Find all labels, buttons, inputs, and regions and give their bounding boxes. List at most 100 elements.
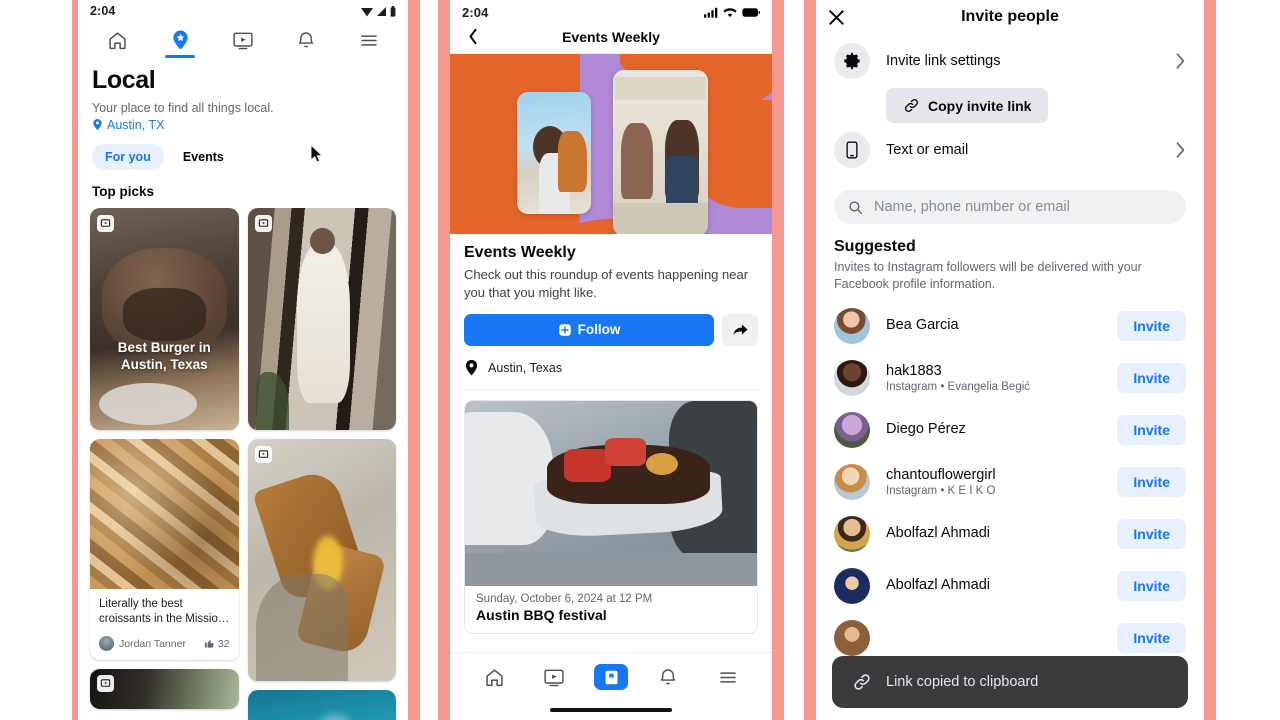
copy-invite-link-button[interactable]: Copy invite link [886, 88, 1049, 123]
status-indicators [704, 7, 760, 18]
signal-icon [377, 6, 386, 16]
card-partial-bottom-right[interactable] [247, 689, 396, 720]
nav-item-menu[interactable] [348, 22, 390, 58]
video-icon [544, 669, 564, 686]
like-count: 32 [217, 637, 230, 650]
mobile-phone-icon-wrapper [834, 132, 870, 168]
invite-search-box[interactable] [834, 190, 1186, 224]
location-pin-icon [465, 359, 478, 376]
groups-icon [605, 670, 617, 684]
invite-button[interactable]: Invite [1117, 414, 1186, 445]
grid-column-right [247, 207, 396, 720]
phone-screen-event: 2:04 Events Weekly Events Weekly Check o… [450, 0, 772, 720]
phone-frame-left-edge-2 [438, 0, 450, 720]
tab-video[interactable] [534, 662, 574, 692]
card-white-dress[interactable] [247, 207, 396, 430]
avatar [834, 515, 870, 552]
follow-button[interactable]: Follow [464, 313, 714, 346]
reel-badge [254, 445, 272, 463]
card-media [247, 438, 396, 681]
card-croissants[interactable]: Literally the best croissants in the Mis… [90, 438, 239, 661]
card-media [247, 689, 396, 720]
list-item[interactable]: hak1883 Instagram • Evangelia Begić Invi… [816, 352, 1204, 404]
event-listing-image [465, 400, 757, 586]
chip-events[interactable]: Events [170, 144, 237, 170]
nav-item-video[interactable] [222, 22, 264, 58]
status-time: 2:04 [90, 4, 116, 18]
card-meta: Jordan Tanner 32 [99, 636, 230, 652]
status-bar-event: 2:04 [450, 0, 772, 20]
invite-button[interactable]: Invite [1117, 518, 1186, 549]
video-icon [233, 32, 253, 49]
person-name: Abolfazl Ahmadi [886, 577, 990, 594]
invite-button[interactable]: Invite [1117, 362, 1186, 393]
signal-bars-icon [704, 7, 718, 18]
thumbs-up-icon [204, 640, 214, 648]
card-media [247, 207, 396, 430]
battery-icon [390, 5, 396, 17]
tab-groups[interactable] [594, 664, 628, 690]
list-item[interactable]: Bea Garcia Invite [816, 300, 1204, 352]
section-title-top-picks: Top picks [92, 183, 155, 199]
follow-plus-icon [558, 324, 571, 336]
avatar [834, 567, 870, 604]
nav-active-underline [165, 55, 195, 58]
nav-item-notifications[interactable] [285, 22, 327, 58]
share-button[interactable] [722, 313, 758, 346]
grid-column-left: Best Burger in Austin, Texas Literally t… [90, 207, 239, 720]
invite-button[interactable]: Invite [1117, 466, 1186, 497]
location-selector[interactable]: Austin, TX [92, 118, 394, 132]
tab-notifications[interactable] [648, 662, 688, 692]
nav-item-local[interactable] [159, 22, 201, 58]
nav-item-home[interactable] [96, 22, 138, 58]
avatar [99, 636, 114, 652]
row-invite-link-settings[interactable]: Invite link settings [816, 34, 1204, 88]
local-top-navigation[interactable] [78, 20, 408, 58]
card-author: Jordan Tanner [119, 637, 186, 650]
phone-frame-left-edge-3 [804, 0, 816, 720]
status-time: 2:04 [462, 4, 489, 20]
reel-badge [97, 675, 114, 693]
text-or-email-label: Text or email [886, 142, 969, 158]
local-filter-chips[interactable]: For you Events [78, 132, 408, 170]
avatar [834, 619, 870, 656]
location-pin-icon [172, 30, 188, 50]
hero-photo-left [517, 92, 591, 214]
reels-icon [100, 679, 111, 687]
list-item[interactable]: Abolfazl Ahmadi Invite [816, 508, 1204, 560]
list-item[interactable]: Diego Pérez Invite [816, 404, 1204, 456]
invite-button[interactable]: Invite [1117, 622, 1186, 653]
avatar [834, 359, 870, 396]
person-name: Diego Pérez [886, 421, 966, 438]
tab-home[interactable] [474, 662, 514, 692]
card-best-burger[interactable]: Best Burger in Austin, Texas [90, 207, 239, 430]
search-icon [849, 200, 863, 214]
bell-icon [298, 31, 314, 47]
invite-header: Invite people [816, 0, 1204, 34]
card-title: Literally the best croissants in the Mis… [99, 597, 230, 625]
event-header: Events Weekly [450, 20, 772, 54]
copy-invite-link-wrapper: Copy invite link [816, 88, 1204, 123]
bell-icon [660, 668, 676, 684]
event-hero-banner [450, 54, 772, 234]
row-text-or-email[interactable]: Text or email [816, 123, 1204, 177]
card-grilled-cheese[interactable] [247, 438, 396, 681]
share-arrow-icon [732, 324, 748, 335]
hamburger-menu-icon [361, 34, 377, 46]
invite-button[interactable]: Invite [1117, 310, 1186, 341]
invite-button[interactable]: Invite [1117, 570, 1186, 601]
invite-search-input[interactable] [874, 199, 1172, 215]
card-media [90, 438, 239, 589]
local-header: Local Your place to find all things loca… [78, 58, 408, 132]
tab-menu[interactable] [708, 662, 748, 692]
event-listing-card[interactable]: Sunday, October 6, 2024 at 12 PM Austin … [464, 399, 758, 634]
chip-for-you[interactable]: For you [92, 143, 164, 170]
event-tabbar[interactable] [450, 652, 772, 720]
list-item[interactable]: chantouflowergirl Instagram • K E I K O … [816, 456, 1204, 508]
event-details: Events Weekly Check out this roundup of … [450, 234, 772, 390]
card-partial-bottom-left[interactable] [90, 669, 239, 710]
phone-screen-invite: Invite people Invite link settings Copy … [816, 0, 1204, 720]
list-item[interactable]: Abolfazl Ahmadi Invite [816, 560, 1204, 612]
person-info: hak1883 Instagram • Evangelia Begić [886, 362, 1117, 393]
follow-label: Follow [577, 322, 621, 338]
